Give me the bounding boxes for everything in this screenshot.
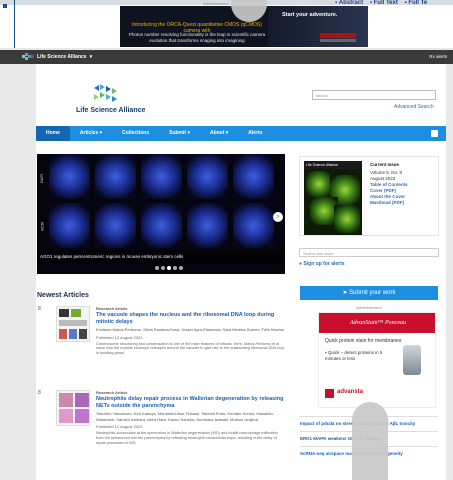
ad-line-1: Quick protein stain for membranes <box>325 338 402 344</box>
tab-home[interactable]: Home <box>36 126 70 141</box>
issue-meta: Current Issue Volume 5, No. 8 August 202… <box>370 162 438 206</box>
article-abstract: Chromosome structuring and condensation … <box>96 341 285 356</box>
article-thumbnail[interactable] <box>56 306 90 342</box>
slider-dots[interactable] <box>155 266 183 270</box>
chevron-down-icon: ▾ <box>89 53 93 60</box>
article-title-link[interactable]: The vacuole shapes the nucleus and the r… <box>96 312 286 325</box>
divider <box>14 0 15 48</box>
advanced-search-link[interactable]: Advanced Search <box>394 104 433 110</box>
slider-dot[interactable] <box>161 266 165 270</box>
hero-slider[interactable]: DAPI mCtrl › AGO1 regulates pericentrome… <box>37 154 285 274</box>
open-access-icon: 8 <box>38 390 41 396</box>
newest-articles-heading: Newest Articles <box>37 292 89 299</box>
network-brand-label: Life Science Alliance <box>37 53 87 60</box>
sidebar-ad-label: Advertisement <box>356 305 382 310</box>
micrograph-cell <box>141 154 182 199</box>
ad-subline: Photon number resolving functionality is… <box>128 32 266 43</box>
alerts-link[interactable]: Rx alerts <box>429 54 447 59</box>
article-title-link[interactable]: Neutrophils delay repair process in Wall… <box>96 396 286 409</box>
issue-cover[interactable]: Life Science Alliance <box>304 161 362 235</box>
article-authors: Yasuhiro Yamamoto, Ken Kadoya, Mohamed A… <box>96 411 274 422</box>
twitter-icon[interactable] <box>431 130 438 137</box>
ad-logo <box>320 33 356 38</box>
advansta-logo-icon <box>325 389 334 398</box>
search-input[interactable]: search <box>312 90 436 100</box>
hero-caption[interactable]: AGO1 regulates pericentromeric regions i… <box>37 250 285 264</box>
micrograph-cell <box>233 203 274 248</box>
ad-product: AdvanStain™ Ponceau <box>319 313 435 333</box>
micrograph-cell <box>187 154 228 199</box>
article-item: 8 Research Article Neutrophils delay rep… <box>38 390 290 470</box>
site-logo[interactable]: Life Science Alliance <box>76 82 146 114</box>
full-text-link[interactable]: ▪ Full Text <box>370 0 398 6</box>
article-body: Research Article Neutrophils delay repai… <box>96 390 286 445</box>
article-abstract: Neutrophils accumulate at the epineurium… <box>96 431 278 445</box>
article-published: Published 12 August 2022 <box>96 334 143 340</box>
micrograph-cell <box>141 203 182 248</box>
corner-mark <box>3 4 7 8</box>
lsa-mini-logo-icon <box>22 53 34 60</box>
ad-brand: advansta <box>337 389 364 395</box>
signup-alerts-link[interactable]: ● Sign up for alerts <box>299 261 345 267</box>
article-type: Research Article <box>96 390 128 395</box>
tab-articles[interactable]: Articles ▾ <box>70 126 112 141</box>
bell-icon: ● <box>299 261 303 267</box>
global-nav: Life Science Alliance ▾ Rx alerts <box>0 50 453 64</box>
micrograph-cell <box>49 203 90 248</box>
axis-label-top: DAPI <box>39 173 45 184</box>
next-slide-button[interactable]: › <box>273 212 283 222</box>
slider-dot[interactable] <box>173 266 177 270</box>
article-body: Research Article The vacuole shapes the … <box>96 306 286 356</box>
cover-art <box>334 205 360 233</box>
submit-work-button[interactable]: ➤ Submit your work <box>300 286 438 300</box>
issue-title: Current Issue <box>370 162 400 167</box>
ad-adventure: Start your adventure. <box>282 12 338 18</box>
send-icon: ➤ <box>342 290 348 296</box>
slider-dot[interactable] <box>167 266 171 270</box>
slider-dot[interactable] <box>179 266 183 270</box>
micrograph-cell <box>233 154 274 199</box>
micrograph-cell <box>95 154 136 199</box>
axis-label-bottom: mCtrl <box>39 221 45 232</box>
main-nav: Home Articles ▾ Collections Submit ▾ Abo… <box>36 126 446 141</box>
article-type: Research Article <box>96 306 128 311</box>
slider-dot[interactable] <box>155 266 159 270</box>
micrograph-cell <box>187 203 228 248</box>
tab-submit[interactable]: Submit ▾ <box>159 126 200 141</box>
micrograph-cell <box>95 203 136 248</box>
submit-label: Submit your work <box>349 290 396 296</box>
article-thumbnail[interactable] <box>56 390 90 426</box>
ad-line-2: • Quick – detect proteins in 5 minutes o… <box>325 350 383 361</box>
full-text-link-2[interactable]: ▪ Full Te <box>405 0 428 6</box>
tab-alerts[interactable]: Alerts <box>238 126 272 141</box>
masthead-link[interactable]: Masthead (PDF) <box>370 200 438 206</box>
sidebar-ad[interactable]: AdvanStain™ Ponceau Quick protein stain … <box>318 312 436 408</box>
cover-art <box>306 171 332 197</box>
signup-label: Sign up for alerts <box>303 261 345 267</box>
tab-about[interactable]: About ▾ <box>200 126 238 141</box>
issue-search-input[interactable]: Search this issue <box>299 248 439 257</box>
network-brand[interactable]: Life Science Alliance ▾ <box>22 53 92 60</box>
micrograph-cell <box>49 154 90 199</box>
touch-indicator <box>352 402 388 480</box>
cover-header: Life Science Alliance <box>304 161 362 169</box>
ad-logo-sub <box>320 39 356 42</box>
site-name: Life Science Alliance <box>76 107 146 114</box>
article-authors: Emiliano Matos-Perdomo, Silvia Santana-S… <box>96 327 285 332</box>
product-image <box>403 345 421 375</box>
tab-collections[interactable]: Collections <box>112 126 159 141</box>
open-access-icon: 8 <box>38 306 41 312</box>
lsa-logo-icon <box>94 84 117 102</box>
article-published: Published 12 August 2022 <box>96 424 143 429</box>
current-issue: Life Science Alliance Current Issue Volu… <box>299 156 439 236</box>
article-item: 8 Research Article The vacuole shapes th… <box>38 306 290 376</box>
